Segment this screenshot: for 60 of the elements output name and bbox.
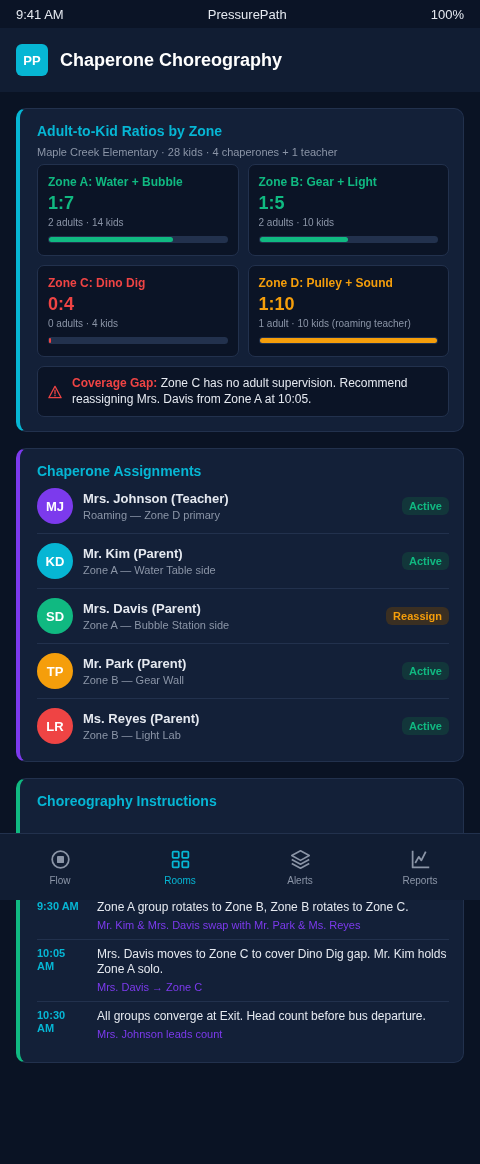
step-note: Mrs. Johnson leads count — [97, 1027, 224, 1040]
step-time: 10:30 AM — [37, 1008, 67, 1037]
zone-detail: 2 adults · 14 kids — [48, 217, 125, 228]
nav-tab[interactable]: Flow — [20, 848, 100, 886]
zone-name: Zone C: Dino Dig — [48, 276, 147, 290]
warning-icon — [48, 384, 62, 399]
nav-tab[interactable]: Rooms — [140, 848, 220, 886]
zone-ratio: 0:4 — [48, 294, 75, 315]
status-badge: Reassign — [386, 607, 449, 626]
person-name: Mr. Kim (Parent) — [83, 546, 184, 562]
person-role: Zone A — Bubble Station side — [83, 619, 231, 632]
battery-level: 100% — [430, 6, 464, 22]
zone-name: Zone D: Pulley + Sound — [258, 276, 394, 290]
zone-name: Zone B: Gear + Light — [258, 175, 378, 189]
step-text: Zone A group rotates to Zone B, Zone B rotates to Zone C. — [97, 900, 410, 916]
zone-detail: 0 adults · 4 kids — [48, 318, 120, 329]
stop-icon — [49, 848, 71, 870]
zone-ratio: 1:7 — [48, 193, 75, 214]
person-name: Ms. Reyes (Parent) — [83, 711, 201, 727]
zone-ratio: 1:10 — [258, 294, 296, 315]
app-name: PressurePath — [207, 6, 287, 22]
step-note: Mr. Kim & Mrs. Davis swap with Mr. Park & Ms. Reyes — [97, 918, 362, 931]
person-role: Zone B — Gear Wall — [83, 674, 186, 687]
zone-name: Zone A: Water + Bubble — [48, 175, 184, 189]
page-title: Chaperone Choreography — [60, 49, 283, 71]
app-logo: PP — [16, 44, 48, 76]
nav-tab[interactable]: Alerts — [260, 848, 340, 886]
layers-icon — [289, 848, 311, 870]
status-badge: Active — [401, 717, 449, 736]
step-text: All groups converge at Exit. Head count before bus departure. — [97, 1008, 427, 1025]
step-text: Mrs. Davis moves to Zone C to cover Dino Dig gap. Mr. Kim holds Zone A solo. — [97, 946, 448, 978]
person-role: Roaming — Zone D primary — [83, 509, 221, 522]
card-title: Chaperone Assignments — [37, 463, 203, 480]
person-role: Zone B — Light Lab — [83, 729, 182, 742]
person-name: Mrs. Davis (Parent) — [83, 601, 202, 617]
avatar: LR — [37, 708, 73, 745]
chart-icon — [409, 848, 431, 870]
step-time: 10:05 AM — [37, 946, 67, 974]
step-time: 9:30 AM — [37, 900, 80, 915]
avatar: KD — [37, 543, 73, 580]
step-note: Mrs. Davis → Zone C — [97, 980, 204, 993]
grid-icon — [169, 848, 191, 870]
status-badge: Active — [401, 662, 449, 681]
zone-ratio: 1:5 — [258, 193, 286, 214]
nav-tab[interactable]: Reports — [380, 848, 460, 886]
person-name: Mrs. Johnson (Teacher) — [83, 491, 230, 507]
status-badge: Active — [401, 552, 449, 571]
avatar: TP — [37, 653, 73, 690]
card-title: Choreography Instructions — [37, 793, 218, 810]
card-subtitle: Maple Creek Elementary · 28 kids · 4 chaperones + 1 teacher — [37, 146, 339, 158]
status-time: 9:41 AM — [16, 6, 64, 22]
avatar: SD — [37, 598, 73, 635]
zone-detail: 2 adults · 10 kids — [258, 217, 336, 228]
person-name: Mr. Park (Parent) — [83, 656, 188, 672]
person-role: Zone A — Water Table side — [83, 564, 217, 577]
zone-detail: 1 adult · 10 kids (roaming teacher) — [258, 318, 412, 329]
alert-text: Coverage Gap: Zone C has no adult supervision. Recommend reassigning Mrs. Davis from Zone A at 10:05. — [72, 376, 409, 408]
status-badge: Active — [401, 497, 449, 516]
card-title: Adult-to-Kid Ratios by Zone — [37, 123, 224, 139]
avatar: MJ — [37, 488, 73, 525]
